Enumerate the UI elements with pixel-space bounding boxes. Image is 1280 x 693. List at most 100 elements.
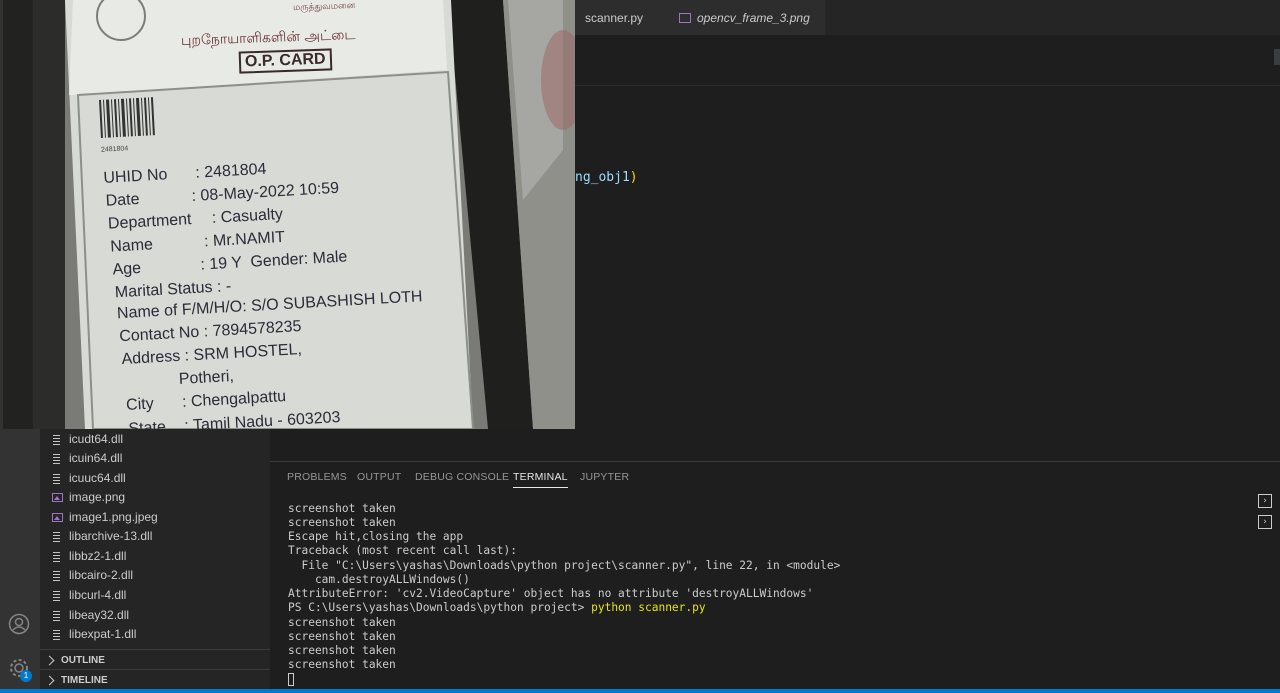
card-row-label: UHID No: [102, 166, 168, 187]
terminal-prompt-line: PS C:\Users\yashas\Downloads\python proj…: [288, 601, 706, 614]
file-item[interactable]: libcairo-2.dll: [52, 566, 133, 584]
card-row-label: City: [125, 395, 155, 414]
tab-scanner-py[interactable]: scanner.py: [575, 0, 667, 35]
tab-output[interactable]: OUTPUT: [357, 471, 401, 483]
dll-file-icon: [52, 551, 62, 562]
file-item[interactable]: icudt64.dll: [52, 430, 123, 448]
chevron-right-icon: [44, 675, 55, 685]
account-icon[interactable]: [8, 613, 30, 635]
bottom-panel: PROBLEMS OUTPUT DEBUG CONSOLE TERMINAL J…: [270, 461, 1280, 690]
dll-file-icon: [52, 610, 62, 621]
card-row: UHID No: 2481804: [102, 161, 267, 188]
dll-file-icon: [52, 473, 62, 484]
image-file-icon: [52, 512, 63, 522]
outline-section-header[interactable]: OUTLINE: [40, 649, 270, 670]
card-row: Age: 19 Y Gender: Male: [112, 248, 348, 280]
code-paren: ): [629, 170, 638, 185]
file-name: libeay32.dll: [69, 608, 130, 622]
minimap-icon[interactable]: [1274, 49, 1280, 65]
terminal-prompt: PS C:\Users\yashas\Downloads\python proj…: [288, 601, 592, 614]
terminal-command: python scanner.py: [591, 601, 706, 614]
card-row-label: Date: [105, 190, 140, 210]
editor-tab-strip: scanner.py opencv_frame_3.png: [575, 0, 1280, 35]
dll-file-icon: [52, 434, 62, 445]
card-row: City: Chengalpattu: [125, 388, 287, 415]
file-name: icuin64.dll: [69, 451, 123, 465]
tab-jupyter[interactable]: JUPYTER: [580, 471, 629, 483]
terminal-instance-icon[interactable]: ›: [1258, 494, 1272, 508]
barcode-number: 2481804: [100, 145, 129, 154]
dll-file-icon: [52, 629, 62, 640]
dll-file-icon: [52, 590, 62, 601]
file-name: libcurl-4.dll: [69, 588, 127, 602]
file-item[interactable]: libcurl-4.dll: [52, 586, 126, 604]
file-name: image1.png.jpeg: [69, 510, 158, 524]
code-editor[interactable]: ng_obj1): [575, 86, 1280, 461]
terminal-line: Traceback (most recent call last):: [288, 544, 518, 557]
settings-update-badge: 1: [20, 670, 32, 682]
file-item[interactable]: libarchive-13.dll: [52, 527, 152, 545]
tab-terminal[interactable]: TERMINAL: [513, 471, 568, 488]
file-item[interactable]: libexpat-1.dll: [52, 625, 136, 643]
card-row: State: Tamil Nadu - 603203: [128, 409, 341, 429]
tab-label: opencv_frame_3.png: [697, 10, 810, 25]
terminal-line: Escape hit,closing the app: [288, 530, 464, 543]
file-item[interactable]: libeay32.dll: [52, 606, 129, 624]
card-row: Date: 08-May-2022 10:59: [105, 180, 339, 211]
tab-label: scanner.py: [585, 10, 644, 25]
file-item[interactable]: libbz2-1.dll: [52, 547, 126, 565]
card-title: O.P. CARD: [238, 48, 332, 74]
dll-file-icon: [52, 570, 62, 581]
file-item[interactable]: icuin64.dll: [52, 449, 122, 467]
tab-debug-console[interactable]: DEBUG CONSOLE: [415, 471, 509, 483]
file-name: libexpat-1.dll: [69, 627, 137, 641]
dll-file-icon: [52, 531, 62, 542]
terminal-line: AttributeError: 'cv2.VideoCapture' objec…: [288, 587, 814, 600]
card-row-value: -: [225, 277, 232, 296]
card-row: Name: Mr.NAMIT: [109, 229, 286, 256]
timeline-section-header[interactable]: TIMELINE: [40, 669, 270, 690]
image-file-icon: [52, 492, 63, 502]
status-bar: [0, 689, 1280, 693]
file-name: libbz2-1.dll: [69, 549, 127, 563]
tab-problems[interactable]: PROBLEMS: [287, 471, 347, 483]
dll-file-icon: [52, 453, 62, 464]
terminal-line: cam.destroyALLWindows(): [288, 573, 470, 586]
terminal-line: File "C:\Users\yashas\Downloads\python p…: [288, 559, 841, 572]
card-row-label: Department: [107, 211, 192, 233]
camera-preview-window[interactable]: மருத்துவமனை புறநோயாளிகளின் அட்டை O.P. CA…: [3, 0, 575, 429]
file-name: libcairo-2.dll: [69, 568, 134, 582]
code-line: ng_obj1): [575, 170, 638, 185]
tab-opencv-frame[interactable]: opencv_frame_3.png: [667, 0, 825, 35]
terminal-cursor: [288, 673, 294, 686]
editor-breadcrumb-area: [575, 35, 1280, 86]
file-item[interactable]: image1.png.jpeg: [52, 508, 158, 526]
timeline-label: TIMELINE: [61, 674, 108, 686]
file-name: image.png: [69, 490, 126, 504]
file-item[interactable]: icuuc64.dll: [52, 469, 126, 487]
file-name: icudt64.dll: [69, 432, 124, 446]
file-name: icuuc64.dll: [69, 471, 126, 485]
terminal-output[interactable]: screenshot taken screenshot taken Escape…: [270, 500, 1255, 688]
terminal-instance-icon[interactable]: ›: [1258, 515, 1272, 529]
file-name: libarchive-13.dll: [69, 529, 153, 543]
card-row-label: Age: [112, 259, 142, 279]
code-identifier: ng_obj1: [575, 170, 630, 185]
card-row-label: Name: [109, 236, 154, 256]
file-item[interactable]: image.png: [52, 488, 125, 506]
chevron-right-icon: [44, 655, 55, 665]
image-file-icon: [679, 12, 691, 23]
outline-label: OUTLINE: [61, 654, 105, 666]
terminal-line: screenshot taken: [288, 616, 396, 629]
terminal-line: screenshot taken: [288, 630, 396, 643]
card-row-label: Address: [121, 347, 181, 369]
card-row-label: Contact No: [118, 323, 200, 346]
card-row-label: State: [128, 418, 167, 429]
card-row-value: Potheri,: [178, 367, 235, 388]
terminal-line: screenshot taken: [288, 502, 396, 515]
terminal-line: screenshot taken: [288, 658, 396, 671]
card-header-small: மருத்துவமனை: [292, 0, 356, 14]
terminal-line: screenshot taken: [288, 644, 396, 657]
terminal-line: screenshot taken: [288, 516, 396, 529]
card-row: Potheri,: [178, 368, 234, 389]
